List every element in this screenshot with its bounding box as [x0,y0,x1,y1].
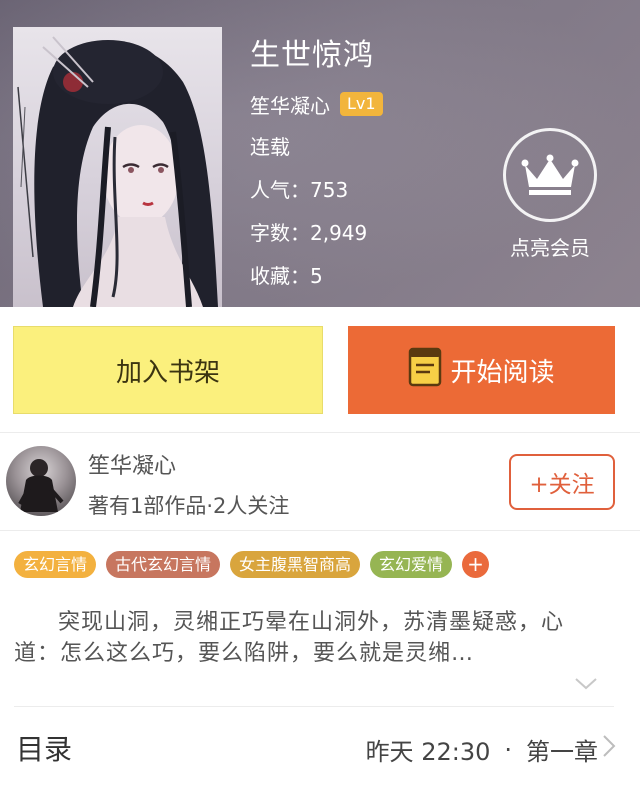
toc-title: 目录 [16,733,73,766]
separator-dot: · [504,735,512,764]
author-meta: 著有1部作品·2人关注 [88,494,290,518]
author-level-badge: Lv1 [340,92,383,116]
book-title: 生世惊鸿 [250,38,374,73]
book-description: 突现山洞，灵缃正巧晕在山洞外，苏清墨疑惑，心道：怎么这么巧，要么陷阱，要么就是灵… [14,610,565,666]
tag-list: 玄幻言情 古代玄幻言情 女主腹黑智商高 玄幻爱情 + [14,551,490,578]
book-icon [408,347,442,394]
word-count-value: 2,949 [310,221,368,245]
book-favorites: 收藏：5 [250,262,383,290]
latest-chapter: 第一章 [526,738,598,766]
add-to-shelf-label: 加入书架 [115,357,220,388]
vip-button[interactable]: 点亮会员 [498,128,602,261]
favorites-value: 5 [310,264,323,288]
latest-update: 昨天 22:30 · 第一章 [366,732,598,767]
book-info: 生世惊鸿 笙华凝心 Lv1 连载 人气：753 字数：2,949 收藏：5 [250,36,383,290]
author-avatar[interactable] [6,446,76,516]
tag-chip[interactable]: 玄幻言情 [14,551,97,578]
start-reading-button[interactable]: 开始阅读 [348,326,615,414]
tag-chip[interactable]: 玄幻爱情 [370,551,453,578]
follow-button[interactable]: +关注 [509,454,615,510]
favorites-label: 收藏： [250,264,310,288]
update-time: 昨天 22:30 [365,738,491,766]
chevron-down-icon[interactable] [574,676,598,695]
tag-chip[interactable]: 古代玄幻言情 [106,551,221,578]
table-of-contents-row[interactable]: 目录 昨天 22:30 · 第一章 [0,706,640,790]
book-status: 连载 [250,135,290,159]
popularity-label: 人气： [250,178,310,202]
word-count-label: 字数： [250,221,310,245]
start-reading-label: 开始阅读 [450,357,555,388]
book-popularity: 人气：753 [250,176,383,204]
tag-chip[interactable]: 女主腹黑智商高 [230,551,361,578]
book-header: 生世惊鸿 笙华凝心 Lv1 连载 人气：753 字数：2,949 收藏：5 点亮… [0,0,640,307]
vip-label: 点亮会员 [510,236,590,260]
more-tags-button[interactable]: + [462,551,490,578]
book-author[interactable]: 笙华凝心 [250,90,330,119]
book-word-count: 字数：2,949 [250,219,383,247]
add-to-shelf-button[interactable]: 加入书架 [13,326,323,414]
book-cover-image[interactable] [13,27,222,307]
author-name[interactable]: 笙华凝心 [88,448,176,480]
author-line: 笙华凝心 Lv1 [250,90,383,118]
popularity-value: 753 [310,178,349,202]
chevron-right-icon [602,734,616,762]
crown-icon [503,128,597,222]
cover-illustration [17,36,218,307]
author-card: 笙华凝心 著有1部作品·2人关注 +关注 [0,432,640,530]
divider [0,530,640,531]
